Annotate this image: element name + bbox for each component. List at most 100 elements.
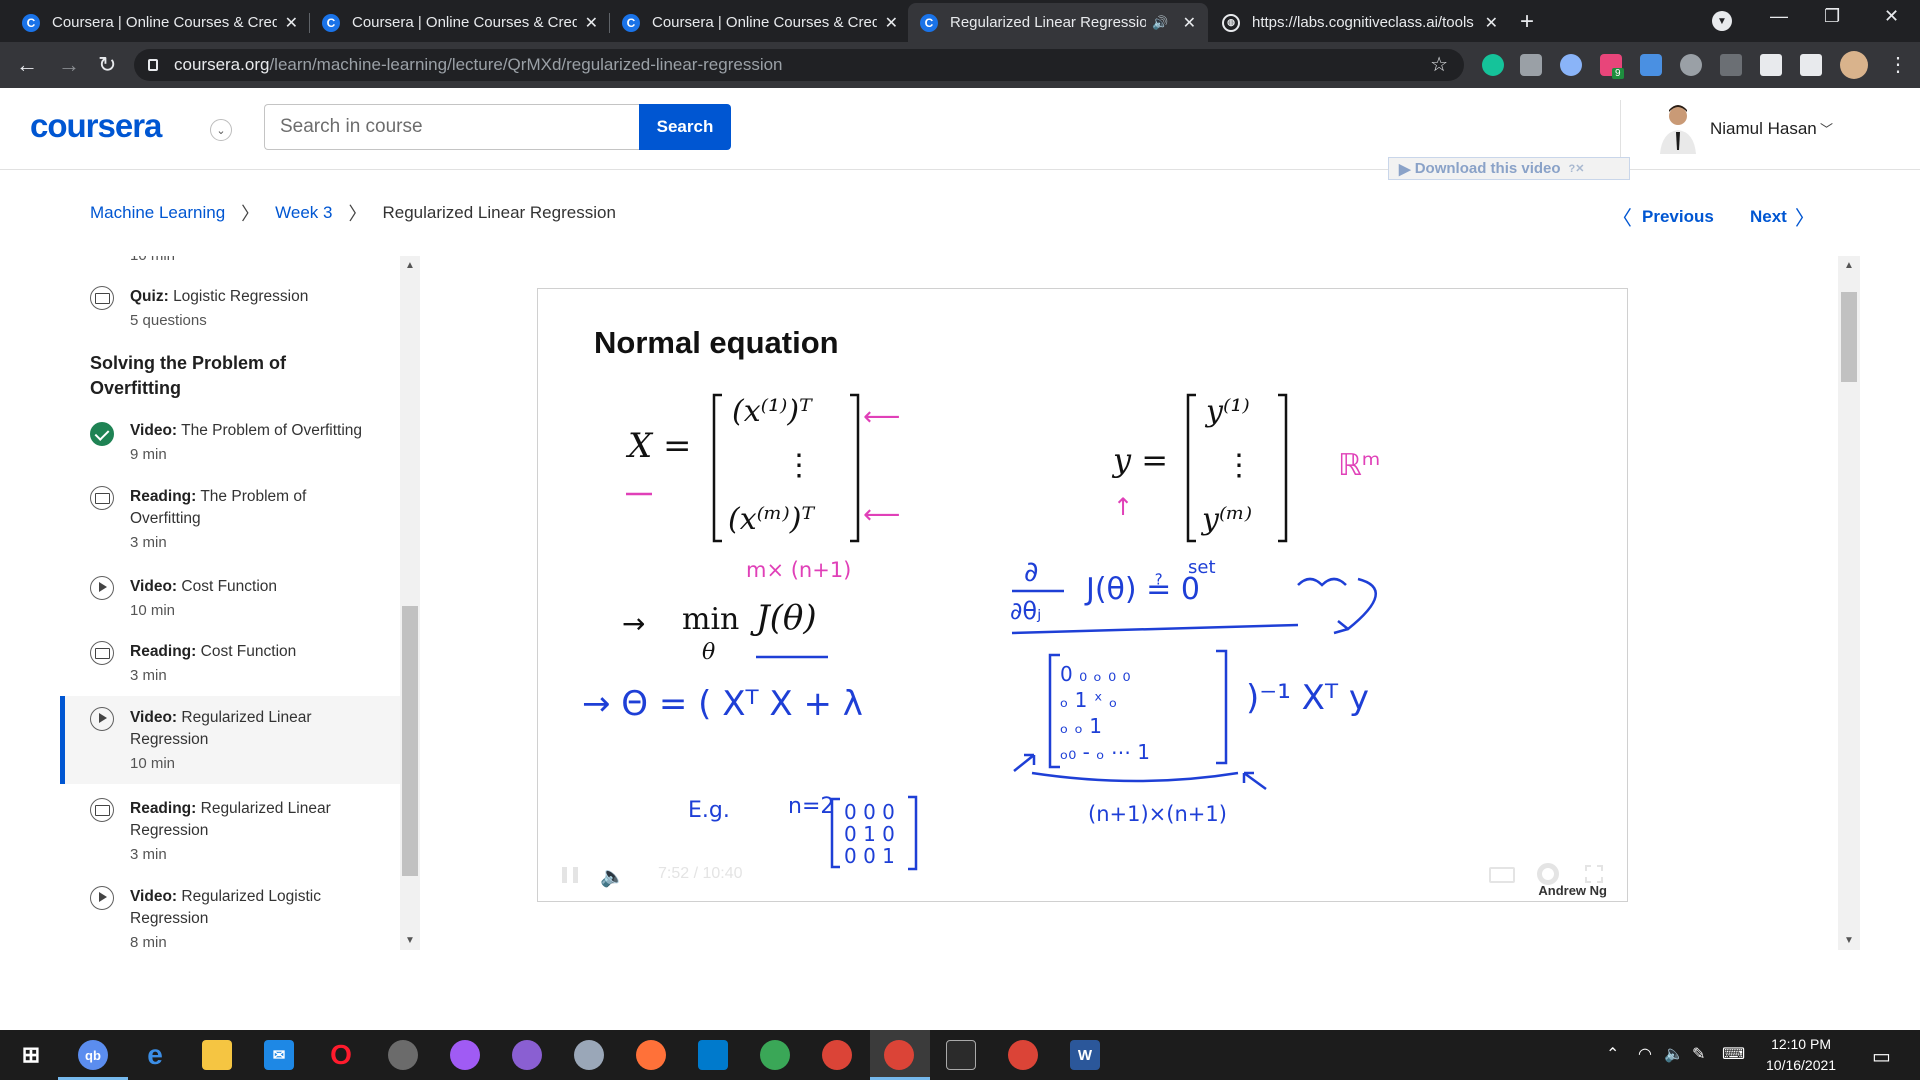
app-icon[interactable]: qb — [78, 1040, 108, 1070]
item-title: Logistic Regression — [173, 288, 309, 305]
extension-icon[interactable] — [1560, 54, 1582, 76]
app-icon[interactable] — [574, 1040, 604, 1070]
terminal-icon[interactable] — [946, 1040, 976, 1070]
chevron-up-icon[interactable]: ⌃ — [1606, 1044, 1619, 1064]
grammarly-extension-icon[interactable] — [1482, 54, 1504, 76]
speaker-icon[interactable]: 🔊 — [1152, 15, 1168, 31]
app-icon[interactable] — [388, 1040, 418, 1070]
camera-extension-icon[interactable] — [1520, 54, 1542, 76]
search-button[interactable]: Search — [639, 104, 731, 150]
close-window-icon[interactable]: ✕ — [1884, 6, 1899, 27]
minimize-icon[interactable]: — — [1770, 6, 1788, 27]
mail-icon[interactable]: ✉ — [264, 1040, 294, 1070]
gear-icon[interactable] — [1537, 863, 1559, 885]
browser-tab[interactable]: C Coursera | Online Courses & Credential… — [10, 3, 310, 42]
previous-button[interactable]: 〈 Previous — [1612, 202, 1714, 231]
reading-list-icon[interactable] — [1800, 54, 1822, 76]
notification-icon[interactable]: ▭ — [1872, 1044, 1891, 1069]
sidebar-item-video-regularized-logistic-regression[interactable]: Video: Regularized Logistic Regression 8 … — [60, 886, 400, 950]
scrollbar-thumb[interactable] — [402, 606, 418, 876]
browser-tab[interactable]: C Coursera | Online Courses & Credential… — [310, 3, 610, 42]
download-extension-icon[interactable] — [1640, 54, 1662, 76]
pen-extension-icon[interactable] — [1720, 54, 1742, 76]
browser-tab-active[interactable]: C Regularized Linear Regression 🔊 ✕ — [908, 3, 1208, 42]
sidebar-item-reading-problem-of-overfitting[interactable]: Reading: The Problem of Overfitting 3 min — [60, 486, 400, 558]
close-tab-icon[interactable]: ✕ — [285, 13, 298, 33]
keyboard-icon[interactable]: ⌨ — [1722, 1044, 1745, 1064]
close-tab-icon[interactable]: ✕ — [885, 13, 898, 33]
breadcrumb-week[interactable]: Week 3 — [275, 203, 332, 223]
item-meta: 8 min — [130, 934, 167, 950]
scroll-up-icon[interactable]: ▲ — [1844, 260, 1854, 271]
item-meta: 10 min — [130, 602, 176, 619]
pen-icon[interactable]: ✎ — [1692, 1044, 1705, 1064]
close-tab-icon[interactable]: ✕ — [1485, 13, 1498, 33]
vscode-icon[interactable] — [698, 1040, 728, 1070]
restore-icon[interactable]: ❐ — [1824, 6, 1840, 27]
extension-icon[interactable] — [1680, 54, 1702, 76]
sidebar-scrollbar[interactable]: ▲ ▼ — [400, 256, 420, 950]
browser-menu-icon[interactable]: ⋮ — [1888, 52, 1908, 77]
windows-start-icon[interactable]: ⊞ — [16, 1040, 46, 1070]
sidebar-item-video-cost-function[interactable]: Video: Cost Function 10 min — [60, 576, 400, 626]
github-icon[interactable] — [512, 1040, 542, 1070]
chrome-icon[interactable] — [822, 1040, 852, 1070]
sidebar-item-reading-regularized-linear-regression[interactable]: Reading: Regularized Linear Regression 3 … — [60, 798, 400, 870]
wifi-icon[interactable]: ◠ — [1638, 1044, 1652, 1064]
speaker-icon[interactable]: 🔈 — [1664, 1044, 1684, 1064]
coursera-logo[interactable]: coursera — [30, 107, 162, 145]
sidebar-item-reading-cost-function[interactable]: Reading: Cost Function 3 min — [60, 641, 400, 691]
chrome-icon[interactable] — [1008, 1040, 1038, 1070]
chevron-down-icon[interactable]: ﹀ — [1820, 119, 1833, 138]
bookmark-star-icon[interactable]: ☆ — [1430, 52, 1448, 77]
chevron-down-icon[interactable]: ⌄ — [210, 119, 232, 141]
browser-tab[interactable]: C Coursera | Online Courses & Credential… — [610, 3, 910, 42]
app-icon[interactable] — [760, 1040, 790, 1070]
firefox-icon[interactable] — [636, 1040, 666, 1070]
next-button[interactable]: Next 〉 — [1750, 202, 1815, 231]
url-text[interactable]: coursera.org/learn/machine-learning/lect… — [174, 55, 783, 75]
browser-tab[interactable]: ◍ https://labs.cognitiveclass.ai/tools ✕ — [1210, 3, 1510, 42]
breadcrumb-course[interactable]: Machine Learning — [90, 203, 225, 223]
close-tab-icon[interactable]: ✕ — [585, 13, 598, 33]
taskbar-clock[interactable]: 12:10 PM 10/16/2021 — [1766, 1034, 1836, 1076]
scroll-down-icon[interactable]: ▼ — [405, 935, 415, 946]
opera-icon[interactable]: O — [326, 1039, 356, 1070]
back-icon[interactable]: ← — [16, 52, 38, 78]
reload-icon[interactable]: ↻ — [98, 52, 116, 78]
new-tab-icon[interactable]: + — [1520, 8, 1534, 36]
matrix-bracket-right — [850, 393, 860, 543]
scroll-down-icon[interactable]: ▼ — [1844, 935, 1854, 946]
file-explorer-icon[interactable] — [202, 1040, 232, 1070]
sidebar-item-video-problem-of-overfitting[interactable]: Video: The Problem of Overfitting 9 min — [60, 420, 400, 470]
page-scrollbar[interactable]: ▲ ▼ — [1838, 256, 1860, 950]
download-video-widget[interactable]: ▶ Download this video ?✕ — [1388, 157, 1630, 180]
sidebar-item-video-regularized-linear-regression[interactable]: Video: Regularized Linear Regression 10 m… — [60, 696, 400, 784]
puzzle-extensions-icon[interactable] — [1760, 54, 1782, 76]
tab-search-icon[interactable]: ▼ — [1712, 11, 1732, 31]
captions-icon[interactable] — [1489, 867, 1515, 883]
volume-icon[interactable]: 🔈 — [600, 864, 625, 889]
edge-icon[interactable]: e — [140, 1039, 170, 1070]
user-name[interactable]: Niamul Hasan — [1710, 119, 1817, 139]
fullscreen-icon[interactable] — [1585, 865, 1603, 883]
help-close-icon[interactable]: ?✕ — [1569, 162, 1585, 175]
slide-title: Normal equation — [594, 325, 839, 360]
browser-profile-avatar[interactable] — [1840, 51, 1868, 79]
pause-icon[interactable] — [562, 867, 578, 883]
lock-icon[interactable] — [148, 59, 158, 71]
scroll-up-icon[interactable]: ▲ — [405, 260, 415, 271]
messenger-icon[interactable] — [450, 1040, 480, 1070]
user-avatar[interactable] — [1656, 102, 1700, 154]
word-icon[interactable]: W — [1070, 1040, 1100, 1070]
chrome-icon[interactable] — [884, 1040, 914, 1070]
sidebar-item-quiz-logistic-regression[interactable]: Quiz: Logistic Regression 5 questions — [60, 286, 400, 336]
address-bar[interactable]: coursera.org/learn/machine-learning/lect… — [134, 49, 1464, 81]
forward-icon[interactable]: → — [58, 52, 80, 78]
chevron-right-icon: 〉 — [1794, 208, 1815, 230]
scrollbar-thumb[interactable] — [1841, 292, 1857, 382]
close-tab-icon[interactable]: ✕ — [1183, 13, 1196, 33]
video-player[interactable]: Normal equation X = (x⁽¹⁾)ᵀ ⋮ (x⁽ᵐ⁾)ᵀ ⟵ … — [537, 288, 1628, 902]
clipped-item-meta: 10 min — [130, 256, 175, 264]
search-input[interactable] — [264, 104, 640, 150]
